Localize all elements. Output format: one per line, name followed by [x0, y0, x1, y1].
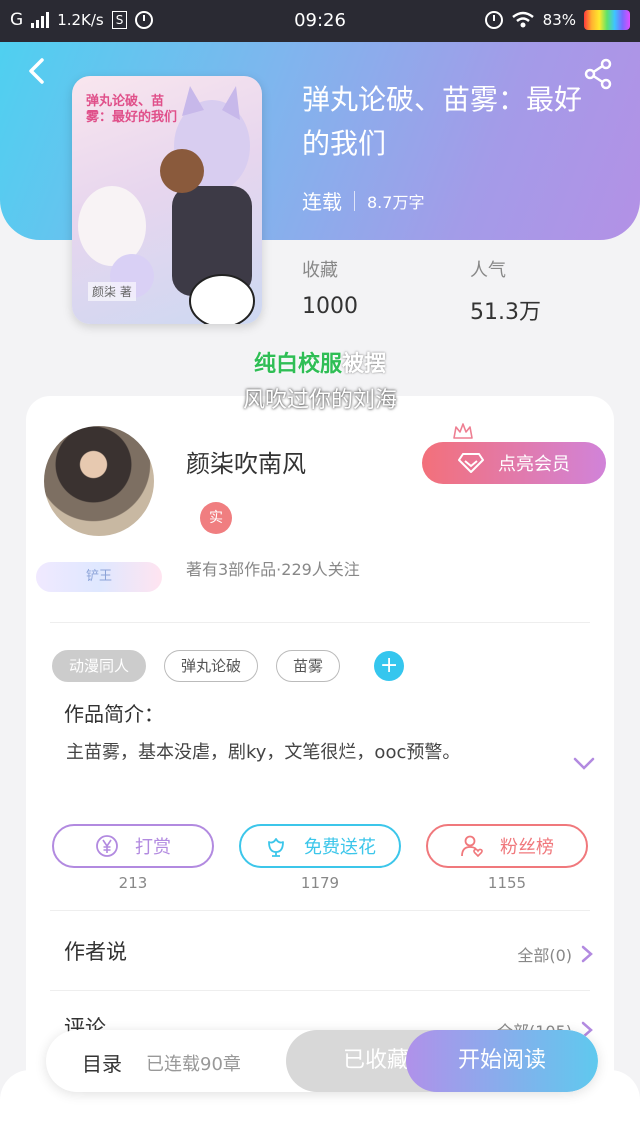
- stat-value: 1000: [302, 294, 358, 319]
- fan-ranking-button[interactable]: 粉丝榜: [426, 824, 588, 868]
- send-flower-button[interactable]: 免费送花: [239, 824, 401, 868]
- word-count: 8.7万字: [367, 192, 425, 212]
- fan-count: 1155: [487, 874, 527, 892]
- chevron-down-icon[interactable]: [572, 754, 596, 772]
- battery-percent: 83%: [542, 11, 576, 29]
- serial-status: 连载: [302, 190, 342, 214]
- stat-popularity: 人气 51.3万: [470, 256, 541, 326]
- cover-author: 颜柒 著: [88, 282, 136, 301]
- row-right: 全部(0): [517, 942, 594, 966]
- book-title: 弹丸论破、苗雾：最好的我们: [302, 83, 583, 160]
- tip-count: 213: [118, 874, 148, 892]
- intro-label: 作品简介：: [64, 702, 164, 726]
- divider: [50, 910, 590, 911]
- avatar[interactable]: [44, 426, 154, 536]
- share-icon: [584, 58, 612, 90]
- detail-card: 铲王 颜柒吹南风 实 著有3部作品·229人关注 点亮会员 动漫同人 弹丸论破 …: [26, 396, 614, 1116]
- book-cover[interactable]: 弹丸论破、苗雾：最好的我们 颜柒 著: [72, 76, 262, 324]
- yen-icon: [96, 835, 118, 857]
- tip-button-label: 打赏: [135, 837, 171, 858]
- row-label: 作者说: [64, 940, 127, 964]
- tip-button[interactable]: 打赏: [52, 824, 214, 868]
- wifi-icon: [511, 11, 534, 28]
- add-tag-button[interactable]: +: [374, 651, 405, 681]
- tag-item[interactable]: 弹丸论破: [164, 650, 259, 682]
- start-reading-button[interactable]: 开始阅读: [406, 1030, 598, 1092]
- crown-icon: [453, 423, 473, 439]
- flower-count: 1179: [300, 874, 340, 892]
- divider: [50, 990, 590, 991]
- intro-text: 主苗雾，基本没虐，剧ky，文笔很烂，ooc预警。: [66, 742, 461, 763]
- stat-label: 人气: [470, 260, 506, 281]
- overlay-white-text: 被摆: [342, 352, 387, 377]
- vip-button-label: 点亮会员: [498, 454, 570, 475]
- stat-label: 收藏: [302, 260, 338, 281]
- fans-icon: [461, 835, 483, 858]
- cover-title: 弹丸论破、苗雾：最好的我们: [86, 94, 178, 125]
- alarm-icon: [484, 11, 503, 29]
- chevron-right-icon: [581, 945, 593, 963]
- flower-icon: [268, 838, 284, 857]
- send-flower-label: 免费送花: [304, 837, 376, 858]
- diamond-icon: [458, 453, 484, 473]
- stat-value: 51.3万: [470, 300, 541, 325]
- tag-list: 动漫同人 弹丸论破 苗雾 +: [52, 650, 405, 682]
- divider: [354, 190, 355, 211]
- status-bar: G 1.2K/s S 09:26 83%: [0, 0, 640, 42]
- share-button[interactable]: [582, 58, 614, 90]
- back-button[interactable]: [22, 56, 52, 86]
- row-right-text: 全部(0): [517, 946, 572, 965]
- divider: [50, 622, 590, 623]
- author-says-row[interactable]: 作者说 全部(0): [64, 936, 594, 976]
- overlay-green-text: 纯白校服: [253, 352, 342, 377]
- author-name[interactable]: 颜柒吹南风: [186, 444, 306, 479]
- bottom-action-bar: 目录 已连载90章 已收藏 开始阅读: [46, 1030, 598, 1092]
- overlay-caption-line2: 风吹过你的刘海: [242, 388, 397, 413]
- book-status-line: 连载 8.7万字: [302, 186, 424, 215]
- overlay-caption-line1: 纯白校服被摆: [0, 346, 640, 378]
- tag-item[interactable]: 苗雾: [276, 650, 341, 682]
- battery-icon: [584, 10, 630, 30]
- toc-button[interactable]: 目录: [82, 1048, 122, 1077]
- fan-badge: 铲王: [36, 562, 162, 592]
- chevron-left-icon: [29, 58, 44, 84]
- author-meta: 著有3部作品·229人关注: [186, 560, 360, 579]
- tag-item[interactable]: 动漫同人: [52, 650, 147, 682]
- vip-button[interactable]: 点亮会员: [422, 442, 606, 484]
- verified-badge: 实: [200, 502, 232, 534]
- fan-ranking-label: 粉丝榜: [500, 837, 554, 858]
- chapter-count: 已连载90章: [146, 1054, 241, 1075]
- stat-favorites: 收藏 1000: [302, 256, 358, 319]
